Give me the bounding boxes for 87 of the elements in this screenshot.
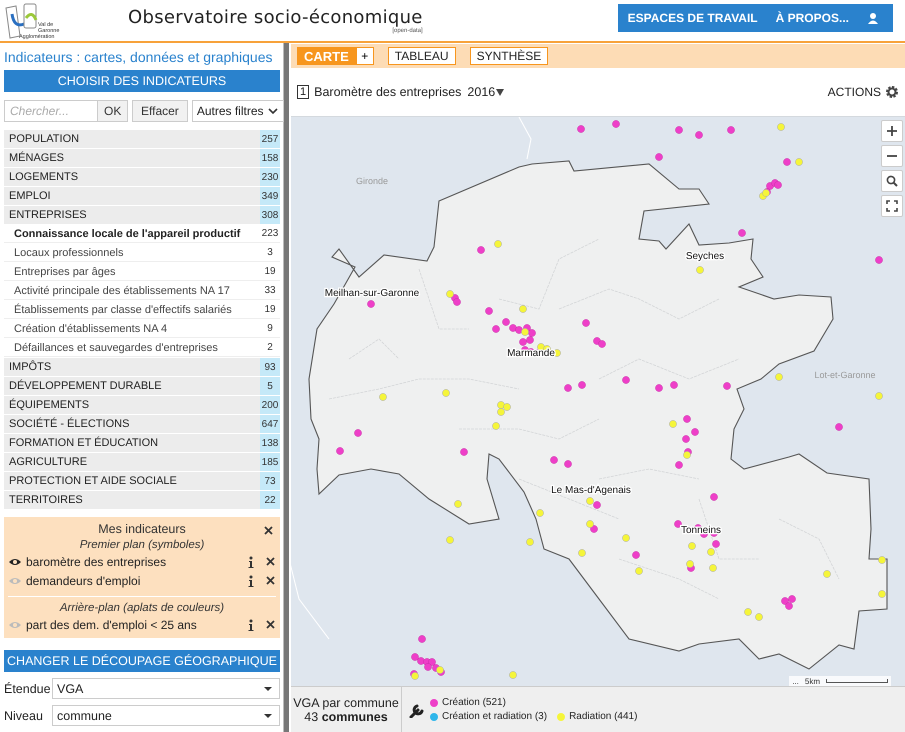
count-badge: 93: [260, 358, 280, 376]
remove-icon[interactable]: [265, 619, 276, 630]
info-icon[interactable]: [247, 618, 255, 630]
map-title: Baromètre des entreprises: [314, 85, 462, 99]
clear-button[interactable]: Effacer: [132, 100, 188, 122]
count-badge: 138: [260, 434, 280, 452]
info-icon[interactable]: [247, 556, 255, 568]
place-label: Gironde: [356, 176, 388, 186]
category-row[interactable]: TERRITOIRES: [4, 491, 260, 509]
field-label: Étendue: [4, 682, 52, 696]
count-badge: 22: [260, 491, 280, 509]
select-field[interactable]: commune: [52, 705, 280, 726]
add-tab-button[interactable]: +: [356, 47, 374, 65]
wrench-icon[interactable]: [408, 702, 424, 718]
remove-icon[interactable]: [265, 575, 276, 586]
count-badge: 349: [260, 187, 280, 205]
count-badge: 158: [260, 149, 280, 167]
zoom-out-button[interactable]: [881, 145, 903, 167]
ok-button[interactable]: OK: [97, 101, 127, 121]
filters-dropdown[interactable]: Autres filtres: [192, 100, 284, 122]
change-geography-button[interactable]: CHANGER LE DÉCOUPAGE GÉOGRAPHIQUE: [4, 650, 280, 672]
scale-bar: [826, 679, 888, 683]
info-icon[interactable]: [247, 574, 255, 586]
app-title: Observatoire socio-économique: [128, 7, 423, 28]
category-row[interactable]: ÉQUIPEMENTS: [4, 396, 260, 414]
count-badge: 308: [260, 206, 280, 224]
settings-icon: [885, 85, 899, 99]
category-row[interactable]: MÉNAGES: [4, 149, 260, 167]
count-badge: 185: [260, 453, 280, 471]
attribution-toggle[interactable]: ...: [792, 676, 799, 686]
count-badge: 647: [260, 415, 280, 433]
caret-icon: [496, 88, 504, 96]
legend-label: Création et radiation (3): [442, 711, 548, 722]
count-badge: 73: [260, 472, 280, 490]
year-selector[interactable]: 2016: [467, 85, 504, 99]
dropdown-caret-icon: [263, 712, 273, 718]
search-icon: [886, 175, 898, 187]
fullscreen-button[interactable]: [881, 195, 903, 217]
panel-heading: Indicateurs : cartes, données et graphiques: [4, 49, 273, 65]
count-badge: 257: [260, 130, 280, 148]
category-row[interactable]: FORMATION ET ÉDUCATION: [4, 434, 260, 452]
commune-count: 43 communes: [304, 710, 388, 724]
choose-indicators-button[interactable]: CHOISIR DES INDICATEURS: [4, 70, 280, 92]
category-row[interactable]: EMPLOI: [4, 187, 260, 205]
category-row[interactable]: DÉVELOPPEMENT DURABLE: [4, 377, 260, 395]
category-row[interactable]: AGRICULTURE: [4, 453, 260, 471]
indicator-item[interactable]: Établissements par classe d'effectifs salariés: [4, 301, 260, 319]
eye-icon[interactable]: [8, 556, 22, 566]
category-row[interactable]: ENTREPRISES: [4, 206, 260, 224]
field-label: Niveau: [4, 708, 44, 722]
plus-icon: [886, 125, 898, 137]
count-badge: 230: [260, 168, 280, 186]
map-number: 1: [297, 85, 310, 99]
panel-title: Mes indicateurs: [98, 522, 186, 536]
place-label: Lot-et-Garonne: [814, 370, 876, 380]
search-field[interactable]: Chercher... OK: [4, 100, 128, 122]
actions-button[interactable]: ACTIONS: [828, 85, 899, 99]
count-badge: 200: [260, 396, 280, 414]
category-row[interactable]: PROTECTION ET AIDE SOCIALE: [4, 472, 260, 490]
legend-label: Création (521): [442, 697, 506, 708]
section-title: Premier plan (symboles): [78, 539, 206, 551]
user-icon[interactable]: [867, 12, 879, 24]
indicator-name: part des dem. d'emploi < 25 ans: [26, 618, 198, 632]
indicator-name: baromètre des entreprises: [26, 554, 168, 568]
zoom-in-button[interactable]: [881, 120, 903, 142]
remove-icon[interactable]: [265, 556, 276, 567]
tab[interactable]: SYNTHÈSE: [470, 47, 548, 65]
indicator-name: demandeurs d'emploi: [26, 574, 142, 588]
category-row[interactable]: POPULATION: [4, 130, 260, 148]
nav-link[interactable]: ESPACES DE TRAVAIL: [628, 10, 758, 24]
scope-label: VGA par commune: [293, 696, 399, 710]
category-row[interactable]: LOGEMENTS: [4, 168, 260, 186]
legend-label: Radiation (441): [569, 711, 638, 722]
fullscreen-icon: [886, 200, 898, 212]
close-icon[interactable]: [263, 525, 274, 536]
count-badge: 5: [260, 377, 280, 395]
search-button[interactable]: [881, 170, 903, 192]
category-row[interactable]: SOCIÉTÉ - ÉLECTIONS: [4, 415, 260, 433]
place-label: Seyches: [686, 251, 724, 262]
dropdown-caret-icon: [263, 686, 273, 692]
nav-link[interactable]: À PROPOS...: [776, 10, 849, 24]
scale-label: 5km: [804, 676, 820, 686]
select-field[interactable]: VGA: [52, 678, 280, 699]
place-label: Le Mas-d'Agenais: [551, 485, 631, 496]
tab[interactable]: TABLEAU: [388, 47, 456, 65]
section-title: Arrière-plan (aplats de couleurs): [58, 602, 226, 614]
category-row[interactable]: IMPÔTS: [4, 358, 260, 376]
